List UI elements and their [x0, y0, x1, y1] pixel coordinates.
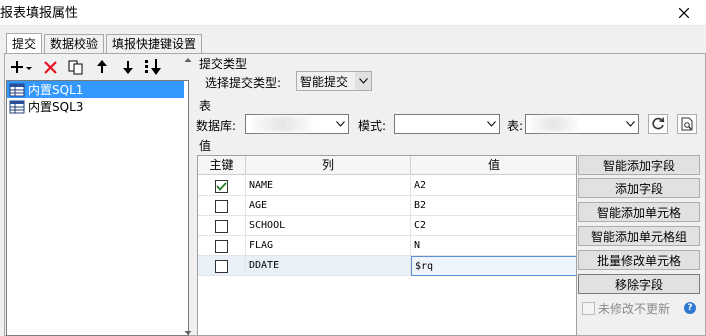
submit-type-group-label: 提交类型 — [199, 57, 248, 71]
column-cell[interactable]: SCHOOL — [246, 216, 411, 236]
smart-add-cell-group-button[interactable]: 智能添加单元格组 — [578, 226, 700, 246]
close-icon — [678, 8, 689, 18]
chevron-down-icon — [355, 72, 371, 90]
value-cell[interactable]: B2 — [411, 196, 576, 216]
submit-type-select[interactable]: 智能提交 — [296, 71, 372, 91]
smart-add-cell-button[interactable]: 智能添加单元格 — [578, 202, 700, 222]
redacted-value — [252, 116, 312, 132]
column-cell[interactable]: AGE — [246, 196, 411, 216]
plus-icon — [11, 61, 32, 73]
primary-key-checkbox[interactable] — [215, 199, 228, 213]
smart-add-field-button[interactable]: 智能添加字段 — [578, 155, 700, 175]
primary-key-checkbox[interactable] — [215, 219, 228, 233]
schema-select[interactable] — [394, 114, 500, 134]
redacted-value — [530, 116, 578, 132]
value-cell[interactable]: C2 — [411, 216, 576, 236]
sql-table-icon — [9, 100, 25, 113]
column-header-value[interactable]: 值 — [411, 156, 576, 175]
primary-key-checkbox[interactable] — [215, 259, 228, 273]
copy-button[interactable] — [63, 57, 89, 77]
no-change-no-update-option[interactable]: 未修改不更新 — [582, 300, 670, 317]
database-label: 数据库: — [196, 119, 237, 133]
table-row[interactable]: AGE B2 — [198, 196, 576, 216]
column-header-column[interactable]: 列 — [246, 156, 411, 175]
chevron-down-icon — [622, 115, 638, 133]
add-field-button[interactable]: 添加字段 — [578, 178, 700, 198]
sql-tree: 内置SQL1 内置SQL3 — [6, 80, 189, 336]
table-row[interactable]: NAME A2 — [198, 176, 576, 196]
grid-header: 主键 列 值 — [198, 156, 576, 175]
column-cell[interactable]: DDATE — [246, 256, 411, 276]
value-cell[interactable]: $rq — [411, 256, 576, 276]
tree-scrollbar[interactable] — [184, 57, 192, 336]
table-row[interactable]: SCHOOL C2 — [198, 216, 576, 236]
schema-label: 模式: — [358, 119, 387, 133]
value-cell[interactable]: N — [411, 236, 576, 256]
submit-type-label: 选择提交类型: — [205, 76, 282, 90]
sql-table-icon — [9, 83, 25, 96]
arrow-down-icon — [123, 61, 133, 74]
refresh-icon — [652, 117, 665, 130]
window-title: 报表填报属性 — [0, 6, 79, 21]
tab-bar: 提交 数据校验 填报快捷键设置 — [6, 33, 204, 54]
title-bar: 报表填报属性 — [0, 0, 706, 26]
checkmark-icon — [216, 181, 227, 191]
tree-item-label: 内置SQL1 — [28, 83, 84, 97]
preview-icon — [681, 117, 693, 131]
tab-shortcut-settings[interactable]: 填报快捷键设置 — [106, 34, 203, 54]
move-up-button[interactable] — [89, 57, 115, 77]
red-x-icon — [43, 60, 57, 74]
table-row[interactable]: FLAG N — [198, 236, 576, 256]
no-change-checkbox[interactable] — [582, 302, 595, 315]
values-group-label: 值 — [199, 139, 212, 153]
tree-item-label: 内置SQL3 — [28, 100, 84, 114]
table-row-selected[interactable]: DDATE $rq — [198, 256, 576, 276]
primary-key-checkbox[interactable] — [215, 179, 228, 193]
copy-icon — [68, 60, 83, 74]
arrow-up-icon — [97, 60, 107, 73]
column-header-key[interactable]: 主键 — [198, 156, 246, 175]
database-select[interactable] — [245, 114, 349, 134]
move-down-button[interactable] — [115, 57, 141, 77]
values-grid: 主键 列 值 NAME A2 AGE B2 SCHOOL C2 FLAG N D… — [197, 155, 577, 336]
value-cell[interactable]: A2 — [411, 176, 576, 196]
close-button[interactable] — [661, 0, 706, 26]
move-bottom-icon — [145, 59, 161, 75]
add-button[interactable] — [7, 57, 37, 77]
submit-type-value: 智能提交 — [300, 74, 349, 89]
batch-modify-cell-button[interactable]: 批量修改单元格 — [578, 250, 700, 270]
table-select[interactable] — [525, 114, 639, 134]
tree-toolbar — [7, 57, 167, 77]
column-cell[interactable]: FLAG — [246, 236, 411, 256]
refresh-button[interactable] — [648, 114, 668, 134]
tab-submit[interactable]: 提交 — [6, 33, 43, 54]
preview-button[interactable] — [677, 114, 697, 134]
chevron-down-icon — [332, 115, 348, 133]
help-icon[interactable]: ? — [684, 302, 696, 314]
delete-button[interactable] — [37, 57, 63, 77]
remove-field-button[interactable]: 移除字段 — [578, 274, 700, 294]
tree-item-sql3[interactable]: 内置SQL3 — [7, 98, 184, 115]
no-change-label: 未修改不更新 — [598, 302, 671, 316]
table-group-label: 表 — [199, 99, 212, 113]
tree-item-sql1[interactable]: 内置SQL1 — [7, 81, 184, 98]
primary-key-checkbox[interactable] — [215, 239, 228, 253]
move-bottom-button[interactable] — [141, 57, 167, 77]
column-cell[interactable]: NAME — [246, 176, 411, 196]
tab-data-validation[interactable]: 数据校验 — [44, 34, 105, 54]
chevron-down-icon — [483, 115, 499, 133]
table-label: 表: — [507, 119, 524, 133]
